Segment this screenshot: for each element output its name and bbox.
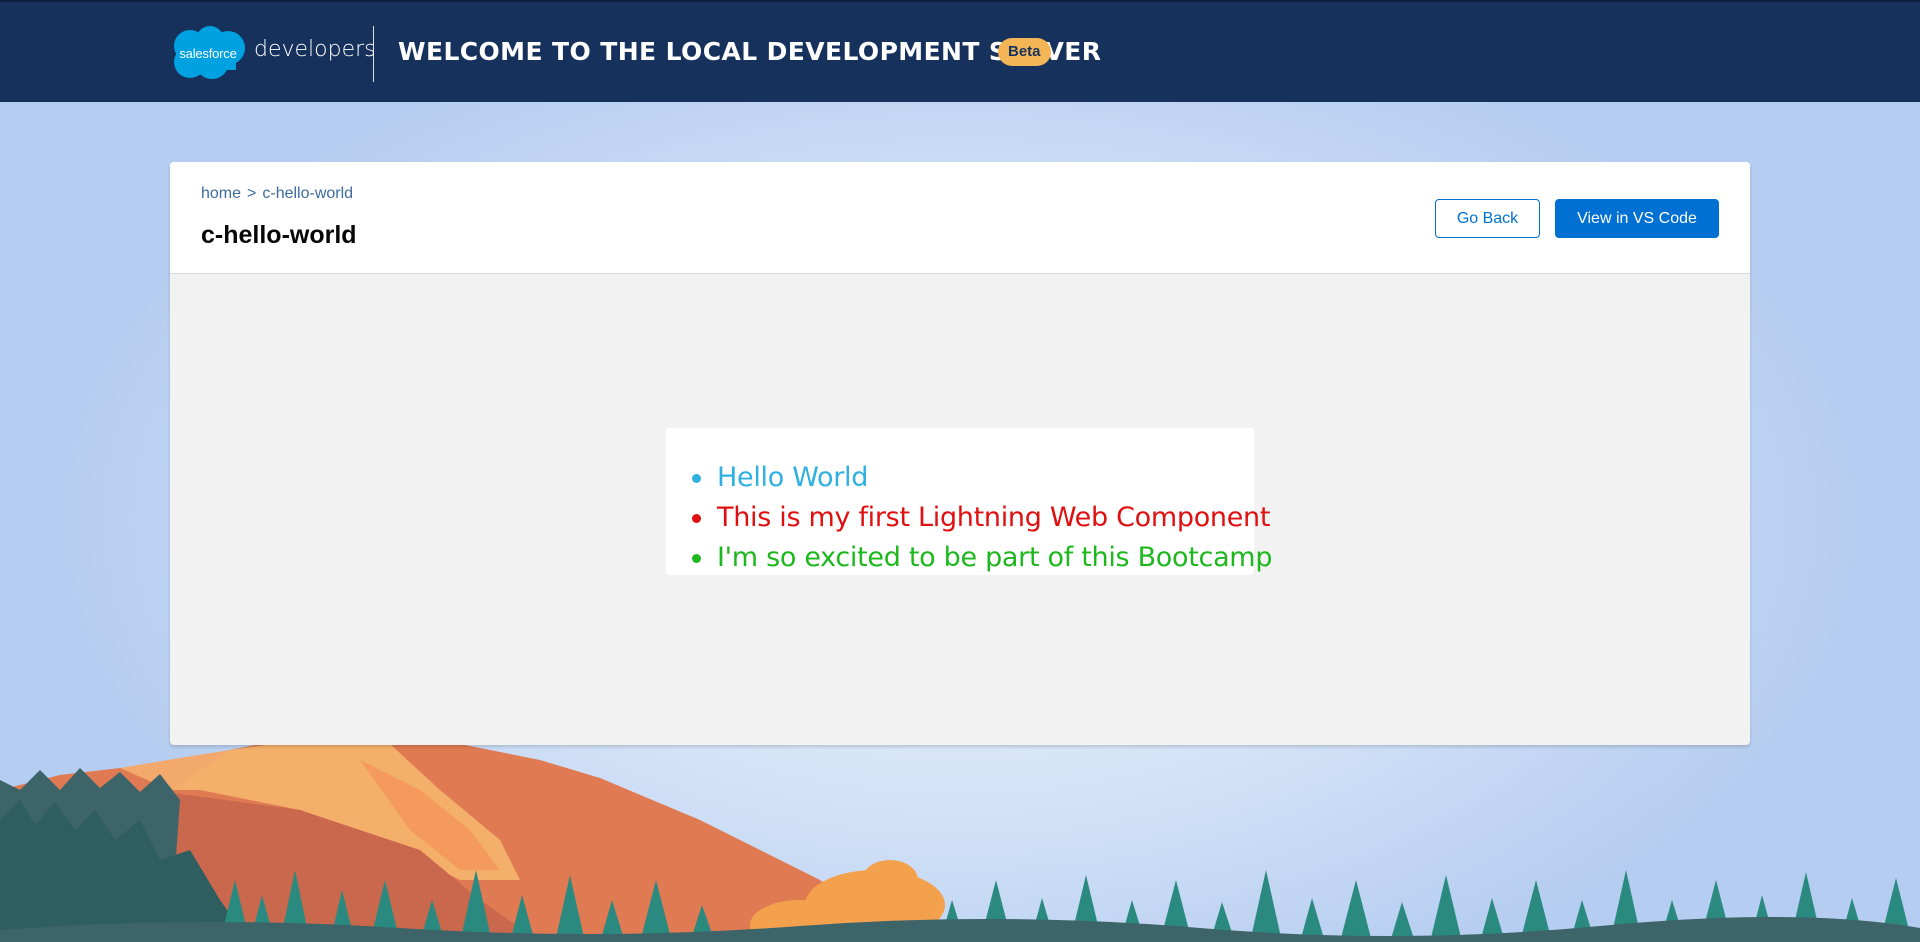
breadcrumb-separator: > <box>247 185 257 202</box>
breadcrumb-current[interactable]: c-hello-world <box>262 185 353 202</box>
list-item: This is my first Lightning Web Component <box>691 498 1272 538</box>
card-header: home > c-hello-world c-hello-world Go Back… <box>170 162 1750 274</box>
page-title: c-hello-world <box>201 221 357 249</box>
bullet-icon <box>692 514 701 523</box>
bullet-icon <box>692 474 701 483</box>
header-divider <box>373 26 374 82</box>
landscape-illustration <box>0 736 1920 942</box>
salesforce-logo-text: salesforce <box>179 45 237 61</box>
top-header: salesforce developers WELCOME TO THE LOC… <box>0 0 1920 102</box>
component-preview: Hello World This is my first Lightning W… <box>666 428 1272 575</box>
salesforce-cloud-logo: salesforce <box>168 24 248 82</box>
list-item-text: I'm so excited to be part of this Bootca… <box>717 542 1273 573</box>
list-item-text: This is my first Lightning Web Component <box>717 502 1271 533</box>
breadcrumb-home-link[interactable]: home <box>201 185 241 202</box>
brand-logo[interactable]: salesforce developers <box>168 24 376 82</box>
breadcrumb: home > c-hello-world <box>201 185 353 203</box>
developers-wordmark: developers <box>254 36 376 62</box>
message-list: Hello World This is my first Lightning W… <box>691 458 1272 578</box>
go-back-button[interactable]: Go Back <box>1435 199 1540 238</box>
view-in-vs-code-button[interactable]: View in VS Code <box>1555 199 1719 238</box>
beta-badge: Beta <box>998 38 1051 66</box>
list-item: Hello World <box>691 458 1272 498</box>
component-card: home > c-hello-world c-hello-world Go Back… <box>170 162 1750 745</box>
header-title: WELCOME TO THE LOCAL DEVELOPMENT SERVER <box>398 37 1102 66</box>
list-item: I'm so excited to be part of this Bootca… <box>691 538 1272 578</box>
list-item-text: Hello World <box>717 462 869 493</box>
bullet-icon <box>692 554 701 563</box>
